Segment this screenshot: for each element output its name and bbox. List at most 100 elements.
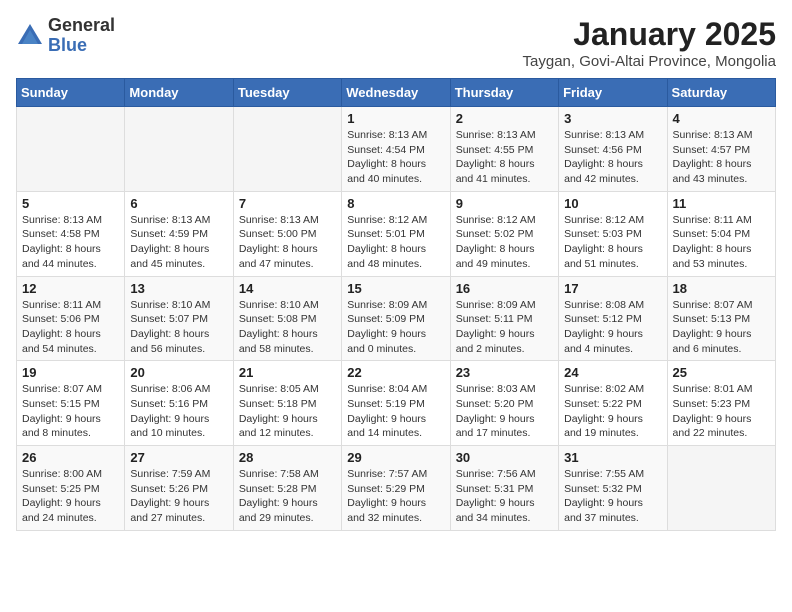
calendar-cell: 28Sunrise: 7:58 AMSunset: 5:28 PMDayligh…: [233, 446, 341, 531]
calendar-table: SundayMondayTuesdayWednesdayThursdayFrid…: [16, 78, 776, 531]
calendar-week-4: 19 Sunrise: 8:07 AMSunset: 5:15 PMDayligh…: [17, 361, 776, 446]
day-info: Sunrise: 8:06 AMSunset: 5:16 PMDaylight:…: [130, 382, 227, 441]
calendar-week-2: 5Sunrise: 8:13 AMSunset: 4:58 PMDaylight…: [17, 191, 776, 276]
calendar-cell: 19 Sunrise: 8:07 AMSunset: 5:15 PMDayligh…: [17, 361, 125, 446]
day-number: 28: [239, 450, 336, 465]
calendar-cell: [233, 107, 341, 192]
calendar-cell: 10 Sunrise: 8:12 AMSunset: 5:03 PMDayligh…: [559, 191, 667, 276]
day-info: Sunrise: 8:07 AMSunset: 5:13 PMDaylight:…: [673, 298, 770, 357]
day-number: 30: [456, 450, 553, 465]
day-number: 22: [347, 365, 444, 380]
calendar-cell: 18 Sunrise: 8:07 AMSunset: 5:13 PMDayligh…: [667, 276, 775, 361]
calendar-week-3: 12Sunrise: 8:11 AMSunset: 5:06 PMDayligh…: [17, 276, 776, 361]
calendar-cell: 20 Sunrise: 8:06 AMSunset: 5:16 PMDayligh…: [125, 361, 233, 446]
day-info: Sunrise: 7:56 AMSunset: 5:31 PMDaylight:…: [456, 467, 553, 526]
day-number: 15: [347, 281, 444, 296]
day-number: 17: [564, 281, 661, 296]
day-number: 21: [239, 365, 336, 380]
day-number: 18: [673, 281, 770, 296]
day-info: Sunrise: 8:08 AMSunset: 5:12 PMDaylight:…: [564, 298, 661, 357]
weekday-header-friday: Friday: [559, 79, 667, 107]
calendar-cell: 15 Sunrise: 8:09 AMSunset: 5:09 PMDayligh…: [342, 276, 450, 361]
logo: General Blue: [16, 16, 115, 56]
day-number: 26: [22, 450, 119, 465]
day-info: Sunrise: 8:11 AMSunset: 5:06 PMDaylight:…: [22, 298, 119, 357]
calendar-cell: 27Sunrise: 7:59 AMSunset: 5:26 PMDayligh…: [125, 446, 233, 531]
calendar-cell: 26Sunrise: 8:00 AMSunset: 5:25 PMDayligh…: [17, 446, 125, 531]
day-number: 23: [456, 365, 553, 380]
day-info: Sunrise: 8:12 AMSunset: 5:03 PMDaylight:…: [564, 213, 661, 272]
calendar-cell: 6Sunrise: 8:13 AMSunset: 4:59 PMDaylight…: [125, 191, 233, 276]
day-number: 31: [564, 450, 661, 465]
day-number: 24: [564, 365, 661, 380]
calendar-cell: 14 Sunrise: 8:10 AMSunset: 5:08 PMDayligh…: [233, 276, 341, 361]
page-header: General Blue January 2025 Taygan, Govi-A…: [16, 16, 776, 70]
day-info: Sunrise: 8:05 AMSunset: 5:18 PMDaylight:…: [239, 382, 336, 441]
day-info: Sunrise: 8:13 AMSunset: 4:58 PMDaylight:…: [22, 213, 119, 272]
day-info: Sunrise: 8:10 AMSunset: 5:08 PMDaylight:…: [239, 298, 336, 357]
day-number: 2: [456, 111, 553, 126]
title-block: January 2025 Taygan, Govi-Altai Province…: [523, 16, 776, 70]
calendar-cell: 7 Sunrise: 8:13 AMSunset: 5:00 PMDaylight…: [233, 191, 341, 276]
day-number: 25: [673, 365, 770, 380]
calendar-cell: 11 Sunrise: 8:11 AMSunset: 5:04 PMDayligh…: [667, 191, 775, 276]
day-info: Sunrise: 8:04 AMSunset: 5:19 PMDaylight:…: [347, 382, 444, 441]
day-number: 27: [130, 450, 227, 465]
day-number: 4: [673, 111, 770, 126]
month-title: January 2025: [523, 16, 776, 53]
day-number: 11: [673, 196, 770, 211]
calendar-cell: 23 Sunrise: 8:03 AMSunset: 5:20 PMDayligh…: [450, 361, 558, 446]
calendar-cell: 12Sunrise: 8:11 AMSunset: 5:06 PMDayligh…: [17, 276, 125, 361]
day-number: 7: [239, 196, 336, 211]
calendar-cell: 9Sunrise: 8:12 AMSunset: 5:02 PMDaylight…: [450, 191, 558, 276]
weekday-header-thursday: Thursday: [450, 79, 558, 107]
calendar-cell: 3 Sunrise: 8:13 AMSunset: 4:56 PMDaylight…: [559, 107, 667, 192]
calendar-cell: [125, 107, 233, 192]
weekday-header-row: SundayMondayTuesdayWednesdayThursdayFrid…: [17, 79, 776, 107]
day-number: 16: [456, 281, 553, 296]
weekday-header-wednesday: Wednesday: [342, 79, 450, 107]
day-info: Sunrise: 8:09 AMSunset: 5:11 PMDaylight:…: [456, 298, 553, 357]
day-info: Sunrise: 8:01 AMSunset: 5:23 PMDaylight:…: [673, 382, 770, 441]
day-info: Sunrise: 8:11 AMSunset: 5:04 PMDaylight:…: [673, 213, 770, 272]
weekday-header-sunday: Sunday: [17, 79, 125, 107]
calendar-cell: 4 Sunrise: 8:13 AMSunset: 4:57 PMDaylight…: [667, 107, 775, 192]
location-subtitle: Taygan, Govi-Altai Province, Mongolia: [523, 53, 776, 70]
day-number: 10: [564, 196, 661, 211]
calendar-cell: 29Sunrise: 7:57 AMSunset: 5:29 PMDayligh…: [342, 446, 450, 531]
calendar-cell: 17 Sunrise: 8:08 AMSunset: 5:12 PMDayligh…: [559, 276, 667, 361]
calendar-cell: 21 Sunrise: 8:05 AMSunset: 5:18 PMDayligh…: [233, 361, 341, 446]
logo-general-text: General: [48, 16, 115, 36]
calendar-cell: 13Sunrise: 8:10 AMSunset: 5:07 PMDayligh…: [125, 276, 233, 361]
calendar-cell: 31 Sunrise: 7:55 AMSunset: 5:32 PMDayligh…: [559, 446, 667, 531]
calendar-cell: 25 Sunrise: 8:01 AMSunset: 5:23 PMDayligh…: [667, 361, 775, 446]
day-number: 8: [347, 196, 444, 211]
calendar-cell: 16 Sunrise: 8:09 AMSunset: 5:11 PMDayligh…: [450, 276, 558, 361]
day-number: 3: [564, 111, 661, 126]
day-info: Sunrise: 8:09 AMSunset: 5:09 PMDaylight:…: [347, 298, 444, 357]
calendar-cell: 30 Sunrise: 7:56 AMSunset: 5:31 PMDayligh…: [450, 446, 558, 531]
day-info: Sunrise: 8:03 AMSunset: 5:20 PMDaylight:…: [456, 382, 553, 441]
day-info: Sunrise: 8:07 AMSunset: 5:15 PMDaylight:…: [22, 382, 119, 441]
calendar-week-5: 26Sunrise: 8:00 AMSunset: 5:25 PMDayligh…: [17, 446, 776, 531]
day-info: Sunrise: 8:02 AMSunset: 5:22 PMDaylight:…: [564, 382, 661, 441]
logo-blue-text: Blue: [48, 36, 115, 56]
weekday-header-saturday: Saturday: [667, 79, 775, 107]
day-info: Sunrise: 8:13 AMSunset: 4:57 PMDaylight:…: [673, 128, 770, 187]
day-info: Sunrise: 8:13 AMSunset: 4:59 PMDaylight:…: [130, 213, 227, 272]
day-number: 19: [22, 365, 119, 380]
day-number: 14: [239, 281, 336, 296]
calendar-cell: [667, 446, 775, 531]
calendar-cell: [17, 107, 125, 192]
day-info: Sunrise: 7:57 AMSunset: 5:29 PMDaylight:…: [347, 467, 444, 526]
day-number: 20: [130, 365, 227, 380]
day-number: 1: [347, 111, 444, 126]
day-info: Sunrise: 8:12 AMSunset: 5:02 PMDaylight:…: [456, 213, 553, 272]
weekday-header-tuesday: Tuesday: [233, 79, 341, 107]
day-info: Sunrise: 8:13 AMSunset: 4:55 PMDaylight:…: [456, 128, 553, 187]
day-info: Sunrise: 8:13 AMSunset: 5:00 PMDaylight:…: [239, 213, 336, 272]
day-info: Sunrise: 8:13 AMSunset: 4:56 PMDaylight:…: [564, 128, 661, 187]
calendar-cell: 5Sunrise: 8:13 AMSunset: 4:58 PMDaylight…: [17, 191, 125, 276]
weekday-header-monday: Monday: [125, 79, 233, 107]
day-info: Sunrise: 7:55 AMSunset: 5:32 PMDaylight:…: [564, 467, 661, 526]
